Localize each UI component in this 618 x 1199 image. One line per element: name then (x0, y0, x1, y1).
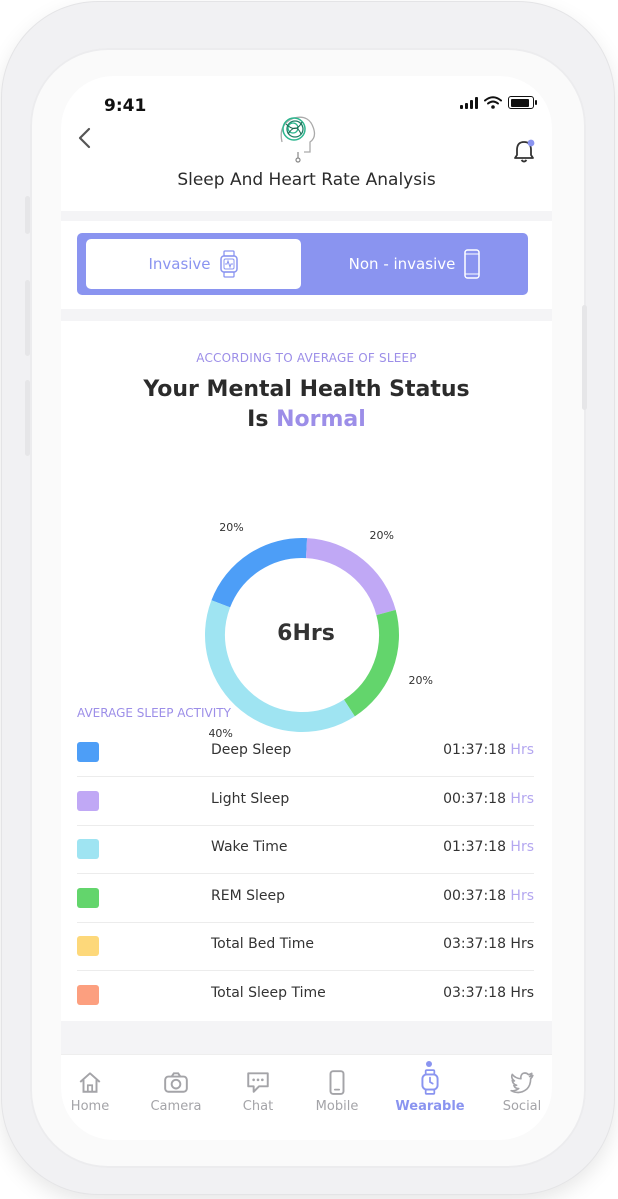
screen: 9:41 Sleep And Heart Rate Analysis Invas… (61, 76, 552, 1140)
donut-slice-deep-sleep (211, 538, 308, 608)
wifi-icon (484, 96, 502, 109)
activity-label: REM Sleep (211, 887, 285, 904)
activity-duration: 01:37:18 Hrs (443, 742, 534, 758)
duration-unit: Hrs (510, 984, 534, 1001)
color-swatch (77, 887, 99, 908)
color-swatch (77, 790, 99, 811)
brain-logo-icon (280, 116, 316, 163)
tab-mobile[interactable]: Mobile (302, 1069, 372, 1114)
bottom-tab-bar: Home Camera Chat Mobile Wearable Social (61, 1054, 552, 1140)
source-toggle: Invasive Non - invasive (77, 233, 528, 295)
activity-label: Deep Sleep (211, 742, 292, 758)
duration-unit: Hrs (510, 790, 534, 807)
mute-switch (25, 196, 30, 234)
page-title: Sleep And Heart Rate Analysis (177, 170, 436, 190)
donut-slice-light-sleep (305, 538, 396, 616)
active-tab-indicator (426, 1061, 432, 1067)
cellular-signal-icon (460, 96, 478, 109)
activity-row: Deep Sleep 01:37:18 Hrs (77, 728, 534, 777)
activity-duration: 03:37:18 Hrs (443, 985, 534, 1001)
duration-value: 00:37:18 (443, 887, 511, 904)
activity-label: Light Sleep (211, 790, 290, 807)
duration-unit: Hrs (510, 887, 534, 904)
duration-value: 01:37:18 (443, 742, 511, 758)
status-icons (460, 96, 537, 109)
tab-label: Wearable (395, 1099, 465, 1114)
non-invasive-segment[interactable]: Non - invasive (309, 239, 521, 289)
duration-value: 00:37:18 (443, 790, 511, 807)
tab-wearable[interactable]: Wearable (395, 1061, 465, 1114)
duration-value: 03:37:18 (443, 984, 511, 1001)
sleep-donut-chart (205, 538, 399, 732)
activity-duration: 00:37:18 Hrs (443, 888, 534, 904)
home-icon (79, 1072, 101, 1093)
activity-duration: 00:37:18 Hrs (443, 791, 534, 807)
tab-label: Camera (150, 1099, 202, 1114)
invasive-label: Invasive (148, 255, 211, 273)
color-swatch (77, 839, 99, 859)
duration-value: 03:37:18 (443, 936, 511, 952)
donut-center-label: 6Hrs (277, 621, 335, 646)
volume-up-button (25, 280, 30, 356)
sleep-summary-card: ACCORDING TO AVERAGE OF SLEEP Your Menta… (61, 321, 552, 1021)
donut-percent-label: 20% (408, 673, 433, 687)
color-swatch (77, 984, 99, 1005)
activity-label: Total Sleep Time (211, 984, 326, 1001)
activity-row: Total Bed Time 03:37:18 Hrs (77, 922, 534, 971)
app-header: 9:41 Sleep And Heart Rate Analysis (61, 76, 552, 211)
chat-icon (247, 1072, 269, 1093)
non-invasive-label: Non - invasive (348, 255, 456, 273)
watch-icon (421, 1069, 439, 1095)
tab-label: Social (502, 1099, 542, 1114)
activity-row: Total Sleep Time 03:37:18 Hrs (77, 971, 534, 1019)
tab-camera[interactable]: Camera (141, 1069, 211, 1114)
duration-unit: Hrs (510, 839, 534, 855)
activity-label: Total Bed Time (211, 936, 314, 952)
tab-label: Home (70, 1099, 110, 1114)
battery-icon (508, 96, 537, 109)
notification-bell-icon[interactable] (513, 138, 535, 164)
twitter-icon (510, 1072, 534, 1094)
activity-duration: 03:37:18 Hrs (443, 936, 534, 952)
duration-value: 01:37:18 (443, 839, 511, 855)
smartphone-icon (464, 249, 481, 279)
tab-label: Mobile (315, 1099, 359, 1114)
volume-down-button (25, 380, 30, 456)
donut-percent-label: 20% (219, 520, 244, 534)
duration-unit: Hrs (510, 742, 534, 758)
activity-row: Wake Time 01:37:18 Hrs (77, 825, 534, 874)
source-toggle-card: Invasive Non - invasive (61, 221, 552, 309)
tab-label: Chat (242, 1099, 274, 1114)
activity-duration: 01:37:18 Hrs (443, 839, 534, 855)
tab-chat[interactable]: Chat (223, 1069, 293, 1114)
activity-row: REM Sleep 00:37:18 Hrs (77, 874, 534, 923)
activity-label: Wake Time (211, 839, 288, 855)
smartwatch-icon (219, 250, 238, 278)
color-swatch (77, 936, 99, 956)
activity-row: Light Sleep 00:37:18 Hrs (77, 777, 534, 826)
camera-icon (164, 1072, 188, 1093)
power-button (582, 305, 587, 410)
color-swatch (77, 742, 99, 762)
back-arrow-icon[interactable] (73, 126, 97, 150)
status-time: 9:41 (104, 96, 147, 116)
duration-unit: Hrs (510, 936, 534, 952)
tab-social[interactable]: Social (487, 1069, 552, 1114)
tab-home[interactable]: Home (61, 1069, 125, 1114)
invasive-segment[interactable]: Invasive (86, 239, 301, 289)
activity-section-title: AVERAGE SLEEP ACTIVITY (77, 706, 231, 720)
donut-percent-label: 20% (369, 528, 394, 542)
mobile-icon (329, 1070, 345, 1095)
